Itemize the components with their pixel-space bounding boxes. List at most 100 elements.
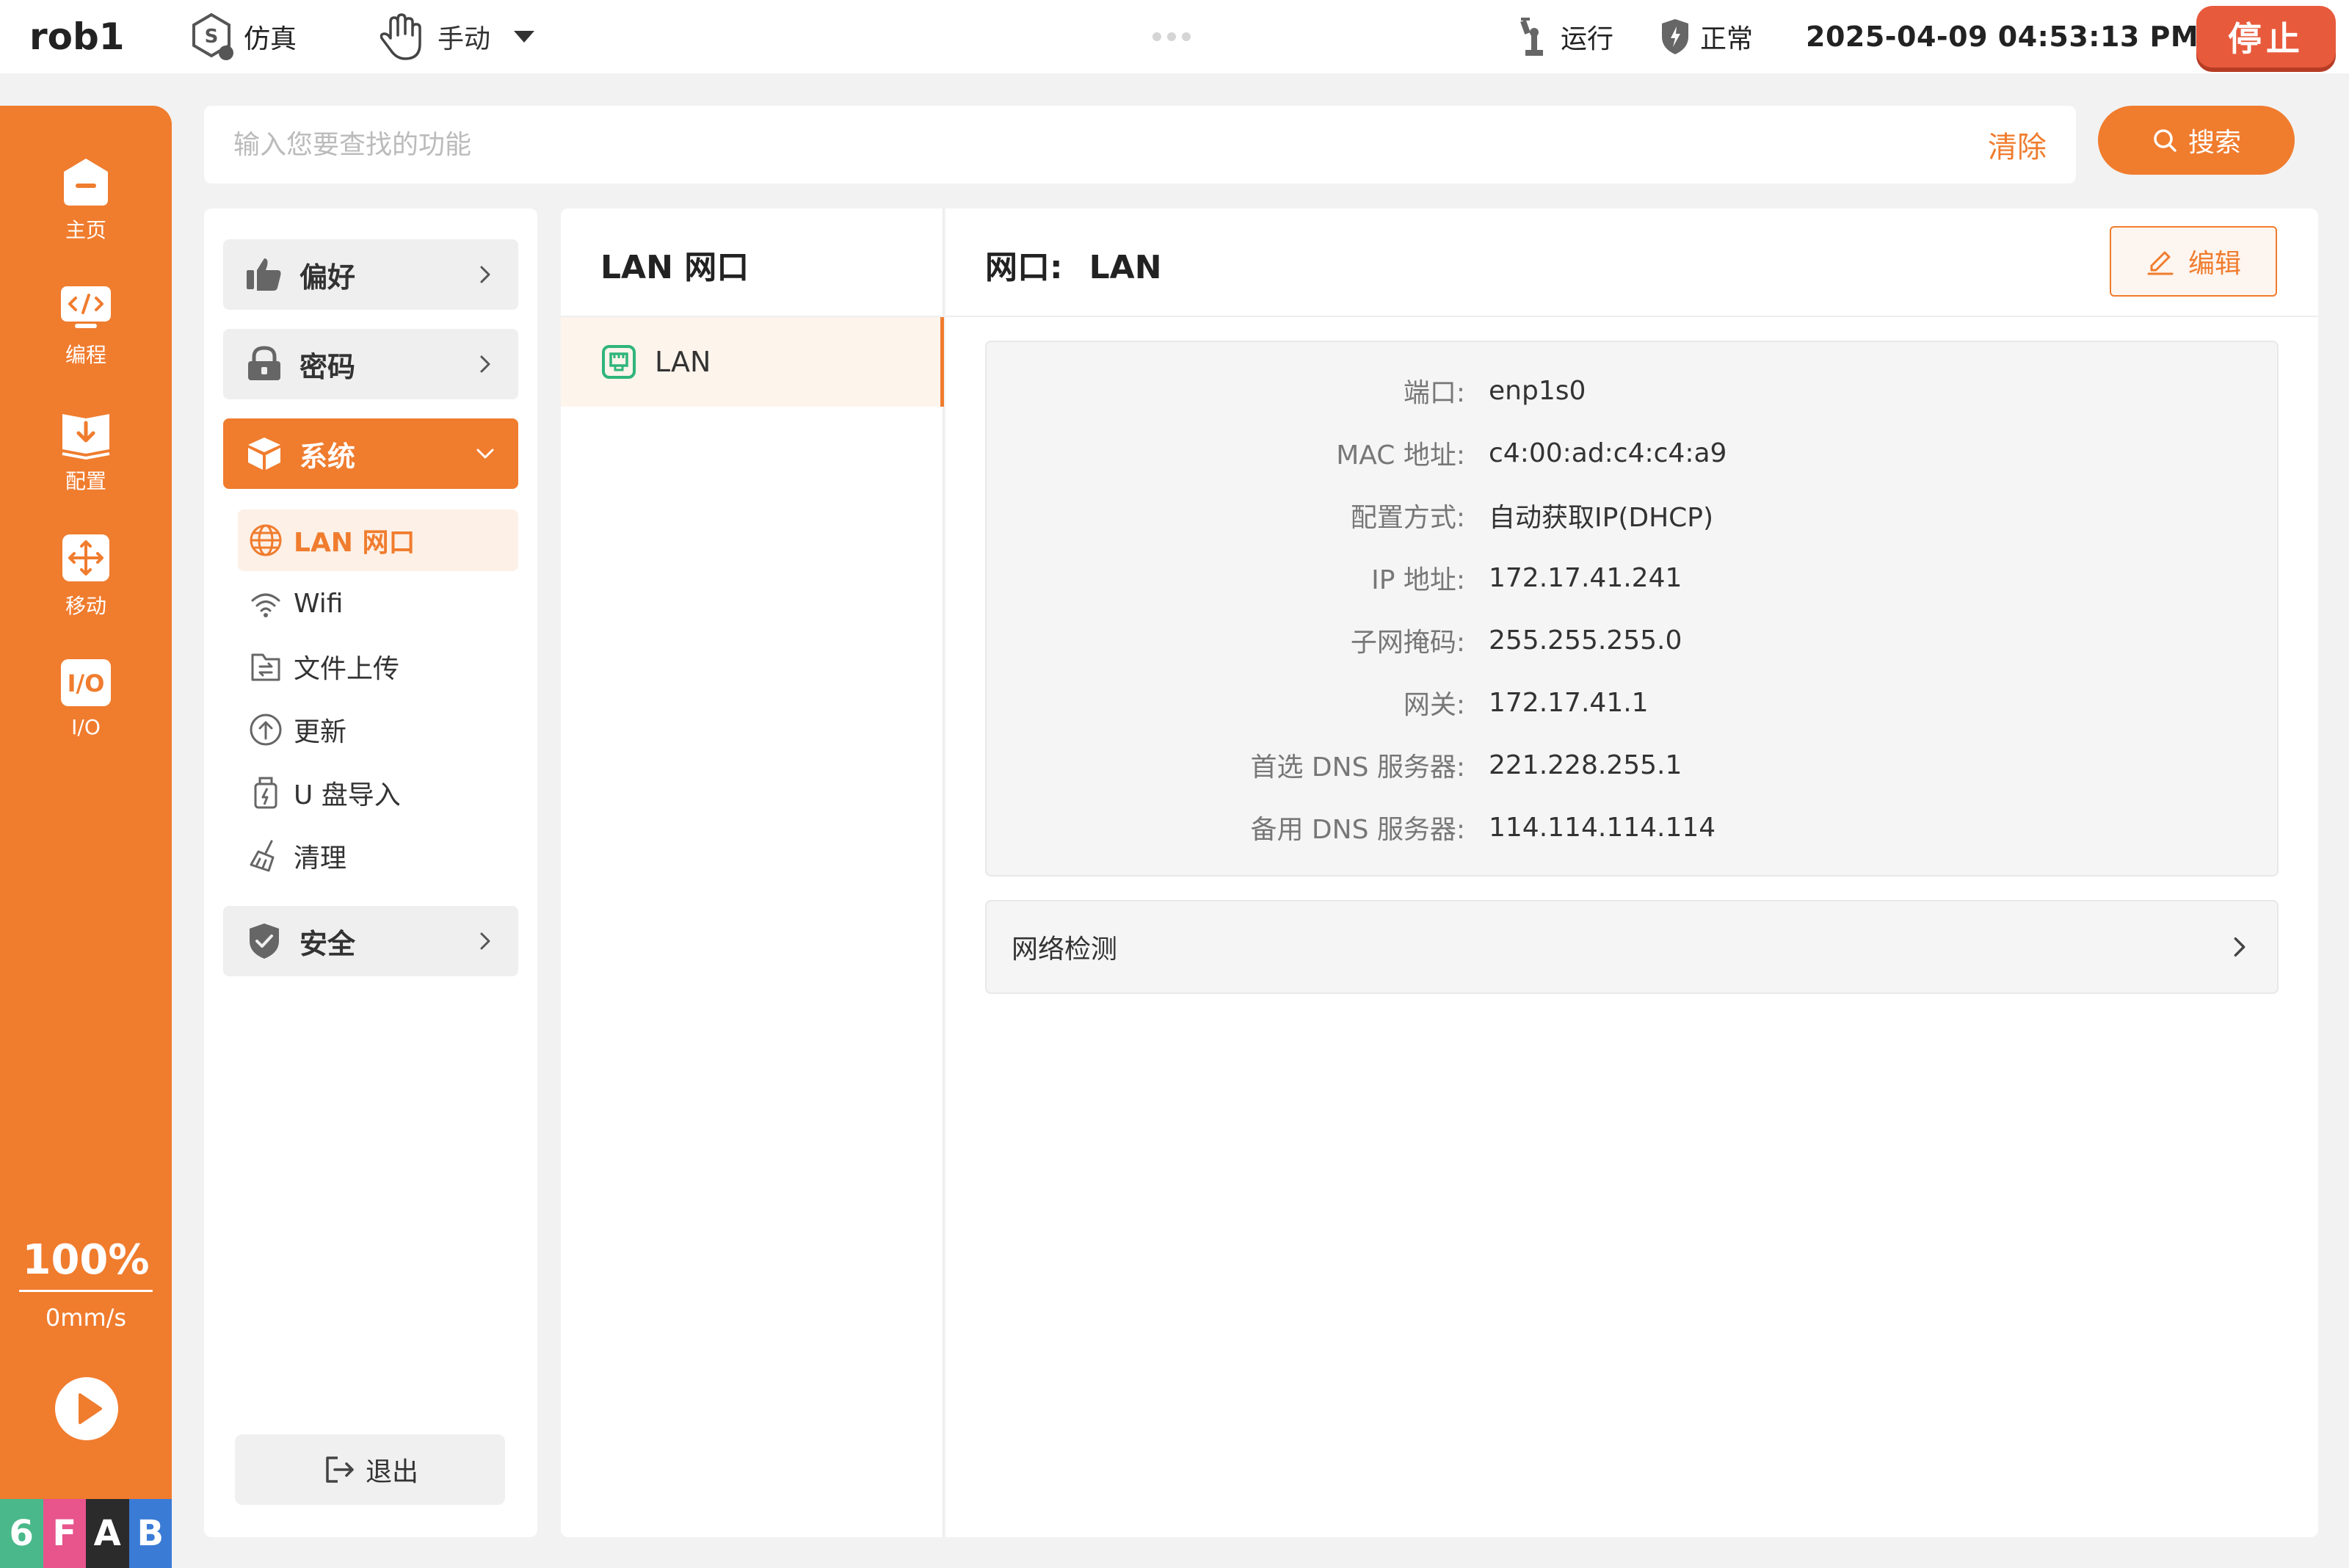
ethernet-port-icon (602, 345, 636, 379)
info-key: 网关: (1403, 690, 1465, 720)
wifi-icon (251, 593, 280, 617)
safety-status-label: 正常 (1700, 24, 1754, 54)
submenu-label-usb-import: U 盘导入 (294, 780, 401, 810)
operation-mode-label: 手动 (438, 24, 491, 54)
info-value: 172.17.41.241 (1489, 562, 1682, 593)
search-button-label: 搜索 (2188, 128, 2241, 158)
safety-status: 正常 (1660, 15, 1753, 59)
rail-item-io[interactable]: I/O I/O (0, 655, 172, 739)
info-key: 端口: (1403, 378, 1465, 408)
info-row: 首选 DNS 服务器: 221.228.255.1 (987, 743, 2280, 787)
info-row: MAC 地址: c4:00:ad:c4:c4:a9 (987, 431, 2280, 475)
submenu-label-update: 更新 (294, 717, 347, 747)
submenu-wifi[interactable]: Wifi (238, 573, 518, 634)
run-status-label: 运行 (1561, 24, 1614, 54)
brand-letter-1: 6 (0, 1499, 43, 1568)
menu-group-system[interactable]: 系统 (223, 418, 518, 489)
edit-button[interactable]: 编辑 (2110, 226, 2277, 297)
chevron-right-icon (480, 266, 490, 283)
rail-item-move[interactable]: 移动 (0, 530, 172, 620)
rail-item-program[interactable]: 编程 (0, 279, 172, 369)
info-key: IP 地址: (1371, 565, 1465, 595)
menu-label-password: 密码 (299, 350, 356, 383)
divider (945, 316, 2318, 317)
info-row: 子网掩码: 255.255.255.0 (987, 618, 2280, 662)
submenu-label-cleanup: 清理 (294, 843, 347, 874)
run-status: 运行 (1518, 15, 1613, 59)
info-value: 自动获取IP(DHCP) (1489, 503, 1714, 533)
chevron-right-icon (480, 932, 490, 950)
hand-icon (380, 13, 421, 60)
caret-down-icon (514, 31, 535, 43)
info-row: 端口: enp1s0 (987, 369, 2280, 413)
network-check-row[interactable]: 网络检测 (985, 900, 2279, 994)
chevron-right-icon (480, 355, 490, 373)
info-key: 首选 DNS 服务器: (1250, 752, 1465, 783)
thumbs-up-icon (247, 258, 281, 291)
submenu-update[interactable]: 更新 (238, 699, 518, 761)
submenu-usb-import[interactable]: U 盘导入 (238, 762, 518, 824)
menu-group-preference[interactable]: 偏好 (223, 239, 518, 310)
search-bar: 清除 (204, 106, 2076, 184)
info-row: 网关: 172.17.41.1 (987, 680, 2280, 725)
logout-label: 退出 (365, 1457, 418, 1487)
speed-readout[interactable]: 100% 0mm/s (19, 1236, 153, 1332)
menu-group-password[interactable]: 密码 (223, 329, 518, 399)
shield-bolt-icon (1662, 19, 1688, 54)
rail-label-move: 移动 (65, 594, 106, 618)
submenu-lan[interactable]: LAN 网口 (238, 509, 518, 571)
rail-item-config[interactable]: 配置 (0, 405, 172, 495)
detail-title: 网口: LAN (985, 241, 1162, 288)
clear-button[interactable]: 清除 (1988, 123, 2047, 166)
info-row: 备用 DNS 服务器: 114.114.114.114 (987, 805, 2280, 849)
info-value: 114.114.114.114 (1489, 812, 1716, 843)
system-datetime: 2025-04-09 04:53:13 PM (1806, 21, 2199, 53)
detail-title-value: LAN (1089, 249, 1162, 286)
info-value: enp1s0 (1489, 375, 1586, 406)
info-key: 备用 DNS 服务器: (1250, 815, 1465, 845)
logout-button[interactable]: 退出 (235, 1434, 505, 1505)
menu-label-preference: 偏好 (299, 261, 356, 294)
play-button[interactable] (55, 1377, 118, 1440)
detail-title-prefix: 网口: (985, 249, 1063, 286)
more-dots-icon[interactable] (1150, 28, 1194, 46)
menu-group-security[interactable]: 安全 (223, 906, 518, 976)
port-list: LAN 网口 LAN (561, 208, 944, 1537)
rail-label-config: 配置 (65, 469, 106, 493)
rail-item-home[interactable]: 主页 (0, 154, 172, 244)
port-detail: 网口: LAN 编辑 端口: enp1s0 MAC 地址: c4:00:ad:c4… (945, 208, 2318, 1537)
submenu-label-wifi: Wifi (294, 588, 344, 619)
home-icon (64, 159, 108, 206)
update-icon (250, 714, 282, 746)
info-key: 子网掩码: (1350, 628, 1465, 658)
port-list-title: LAN 网口 (600, 249, 749, 286)
speed-value: 0mm/s (45, 1304, 127, 1332)
globe-icon (250, 524, 282, 556)
stop-button[interactable]: 停止 (2196, 6, 2336, 68)
brand-strip: 6 F A B (0, 1499, 172, 1568)
sim-mode-toggle[interactable]: S 仿真 (188, 12, 297, 62)
operation-mode-dropdown[interactable]: 手动 (374, 7, 539, 66)
brand-letter-2: F (43, 1499, 86, 1568)
io-icon: I/O (61, 659, 111, 706)
svg-text:I/O: I/O (68, 669, 105, 697)
top-bar: rob1 S 仿真 手动 运行 正常 2025-04-09 04:53:13 P… (0, 0, 2349, 73)
info-row: IP 地址: 172.17.41.241 (987, 556, 2280, 600)
menu-label-security: 安全 (299, 927, 356, 960)
submenu-file-upload[interactable]: 文件上传 (238, 636, 518, 697)
port-info-card: 端口: enp1s0 MAC 地址: c4:00:ad:c4:c4:a9 配置方… (985, 341, 2279, 876)
edit-label: 编辑 (2188, 249, 2241, 279)
search-button[interactable]: 搜索 (2098, 106, 2295, 175)
left-nav-rail: 主页 编程 配置 移动 I/O I/O 100% 0mm/s (0, 106, 172, 1568)
speed-percent: 100% (19, 1236, 153, 1292)
svg-text:S: S (205, 26, 219, 48)
logout-icon (326, 1456, 354, 1483)
file-upload-icon (251, 653, 280, 681)
info-value: 172.17.41.1 (1489, 687, 1649, 718)
port-item-lan[interactable]: LAN (561, 317, 944, 407)
submenu-label-file-upload: 文件上传 (294, 654, 400, 684)
submenu-cleanup[interactable]: 清理 (238, 825, 518, 887)
search-input[interactable] (233, 129, 1988, 160)
pencil-icon (2147, 251, 2174, 275)
robot-name: rob1 (29, 15, 125, 58)
